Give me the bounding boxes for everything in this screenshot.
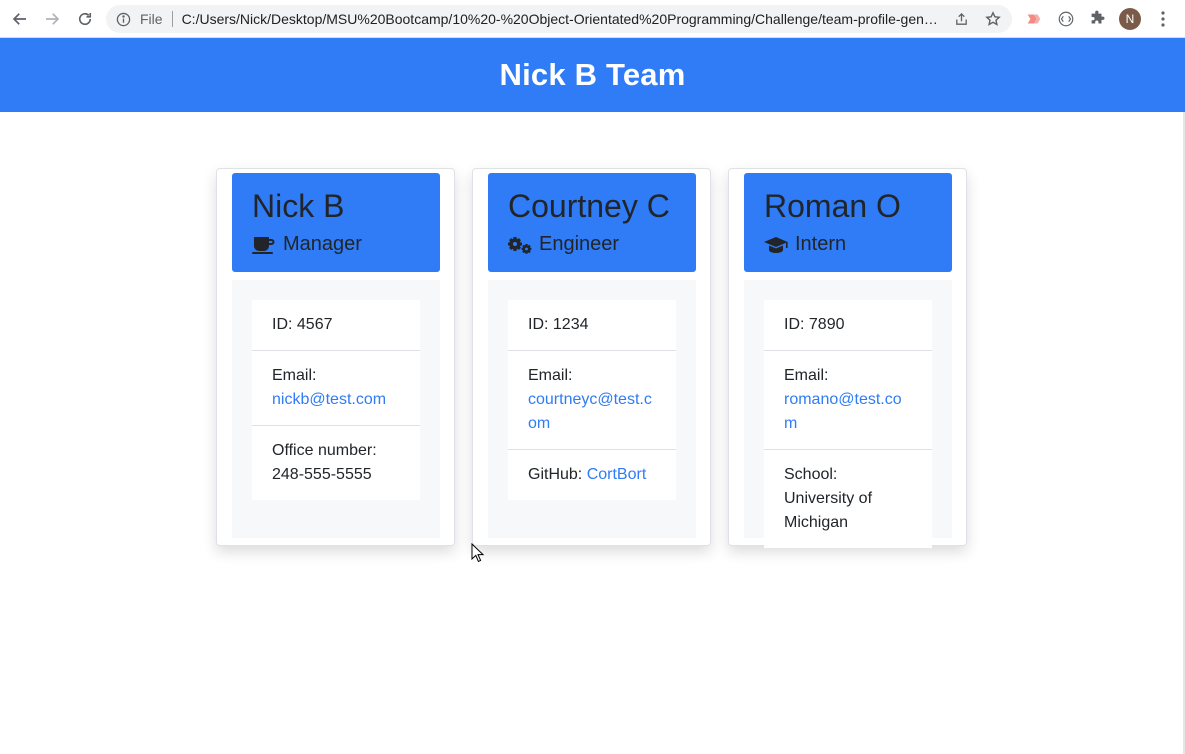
team-header: Nick B Team [0, 38, 1185, 112]
team-cards: Nick B Manager ID: 4567 Email: nickb@tes… [216, 168, 967, 548]
back-arrow-icon[interactable] [8, 7, 32, 31]
address-bar[interactable]: File C:/Users/Nick/Desktop/MSU%20Bootcam… [106, 5, 1012, 33]
office-number-label: Office number: [272, 442, 377, 459]
extension-icon[interactable] [1024, 9, 1044, 29]
role-row: Manager [252, 233, 420, 256]
puzzle-icon[interactable] [1087, 9, 1107, 29]
school-item: School: University of Michigan [764, 450, 932, 548]
employee-role: Engineer [539, 233, 620, 255]
employee-role: Manager [283, 233, 362, 255]
page-title: Nick B Team [499, 57, 686, 92]
employee-id: ID: 4567 [252, 300, 420, 351]
kebab-menu-icon[interactable] [1154, 9, 1172, 29]
card-body: ID: 4567 Email: nickb@test.com Office nu… [232, 280, 440, 538]
info-icon[interactable] [116, 11, 132, 27]
reload-icon[interactable] [73, 7, 97, 31]
employee-name: Nick B [252, 188, 345, 224]
card-header: Roman O Intern [744, 173, 952, 272]
employee-email-item: Email: nickb@test.com [252, 351, 420, 426]
scheme-label: File [140, 11, 163, 27]
github-item: GitHub: CortBort [508, 450, 676, 500]
extension-icon[interactable] [1056, 9, 1076, 29]
email-label: Email: [784, 367, 829, 384]
mug-icon [252, 235, 276, 255]
share-icon[interactable] [953, 11, 969, 27]
employee-id: ID: 1234 [508, 300, 676, 351]
school-label: School: [784, 466, 838, 483]
employee-card-manager: Nick B Manager ID: 4567 Email: nickb@tes… [216, 168, 455, 546]
employee-card-engineer: Courtney C Engineer ID: 1234 Email: cour… [472, 168, 711, 546]
employee-id: ID: 7890 [764, 300, 932, 351]
info-list: ID: 4567 Email: nickb@test.com Office nu… [252, 300, 420, 500]
school-value: University of Michigan [784, 490, 873, 531]
role-row: Engineer [508, 233, 676, 256]
employee-card-intern: Roman O Intern ID: 7890 Email: romano@te… [728, 168, 967, 548]
email-link[interactable]: nickb@test.com [272, 391, 386, 408]
employee-role: Intern [795, 233, 847, 255]
avatar[interactable]: N [1119, 8, 1141, 30]
info-list: ID: 7890 Email: romano@test.com School: … [764, 300, 932, 548]
role-row: Intern [764, 233, 932, 256]
mouse-cursor-icon [471, 543, 485, 563]
office-number-item: Office number: 248-555-5555 [252, 426, 420, 500]
omnibox-divider [171, 11, 173, 27]
browser-toolbar: File C:/Users/Nick/Desktop/MSU%20Bootcam… [0, 0, 1185, 38]
email-link[interactable]: courtneyc@test.com [528, 391, 652, 432]
email-link[interactable]: romano@test.com [784, 391, 902, 432]
email-label: Email: [528, 367, 573, 384]
card-header: Courtney C Engineer [488, 173, 696, 272]
card-header: Nick B Manager [232, 173, 440, 272]
employee-name: Roman O [764, 188, 901, 224]
url-text[interactable]: C:/Users/Nick/Desktop/MSU%20Bootcamp/10%… [182, 11, 942, 27]
email-label: Email: [272, 367, 317, 384]
star-icon[interactable] [985, 11, 1001, 27]
github-label: GitHub: [528, 466, 583, 483]
card-body: ID: 1234 Email: courtneyc@test.com GitHu… [488, 280, 696, 538]
gears-icon [508, 235, 532, 255]
card-body: ID: 7890 Email: romano@test.com School: … [744, 280, 952, 548]
employee-name: Courtney C [508, 188, 670, 224]
employee-email-item: Email: courtneyc@test.com [508, 351, 676, 450]
employee-email-item: Email: romano@test.com [764, 351, 932, 450]
forward-arrow-icon[interactable] [40, 7, 64, 31]
office-number-value: 248-555-5555 [272, 466, 372, 483]
github-link[interactable]: CortBort [587, 466, 647, 483]
graduation-cap-icon [764, 235, 788, 255]
info-list: ID: 1234 Email: courtneyc@test.com GitHu… [508, 300, 676, 500]
